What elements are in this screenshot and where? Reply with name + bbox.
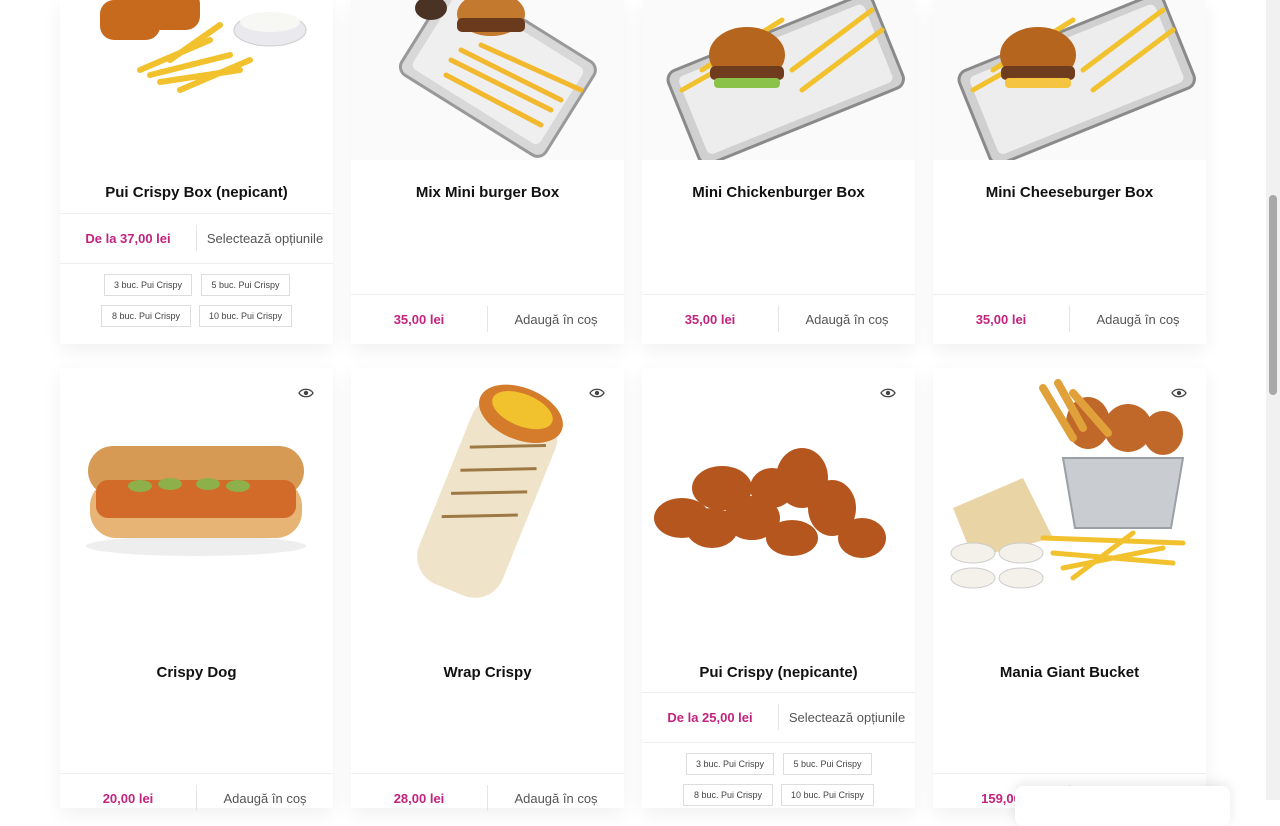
product-card: Mini Cheeseburger Box 35,00 lei Adaugă î… [933, 0, 1206, 344]
price-row: 35,00 lei Adaugă în coș [642, 294, 915, 343]
product-price: De la 25,00 lei [667, 709, 753, 725]
product-price: 35,00 lei [393, 311, 445, 327]
divider [60, 263, 333, 264]
quick-view-icon[interactable] [1171, 385, 1187, 401]
variant-chip[interactable]: 3 buc. Pui Crispy [686, 753, 774, 775]
add-to-cart-button[interactable]: Adaugă în coș [488, 791, 624, 806]
variant-chip[interactable]: 8 buc. Pui Crispy [683, 784, 773, 806]
floating-panel [1015, 786, 1230, 826]
product-card: Mini Chickenburger Box 35,00 lei Adaugă … [642, 0, 915, 344]
product-image[interactable] [60, 0, 333, 160]
quick-view-icon[interactable] [880, 385, 896, 401]
variant-chip[interactable]: 5 buc. Pui Crispy [783, 753, 872, 775]
product-title[interactable]: Wrap Crispy [351, 664, 624, 681]
quick-view-icon[interactable] [589, 385, 605, 401]
product-title[interactable]: Mix Mini burger Box [351, 184, 624, 201]
product-card: Mix Mini burger Box 35,00 lei Adaugă în … [351, 0, 624, 344]
product-card: Pui Crispy (nepicante) De la 25,00 lei S… [642, 368, 915, 808]
product-price: 28,00 lei [393, 790, 445, 806]
product-price: 35,00 lei [684, 311, 736, 327]
divider [642, 742, 915, 743]
product-card: Crispy Dog 20,00 lei Adaugă în coș [60, 368, 333, 811]
product-price: 35,00 lei [975, 311, 1027, 327]
product-card: Mania Giant Bucket 159,00 [933, 368, 1206, 811]
price-row: 20,00 lei Adaugă în coș [60, 773, 333, 822]
product-card: Pui Crispy Box (nepicant) De la 37,00 le… [60, 0, 333, 344]
product-price: 20,00 lei [102, 790, 154, 806]
product-title[interactable]: Mini Cheeseburger Box [933, 184, 1206, 201]
variant-chip[interactable]: 10 buc. Pui Crispy [199, 305, 292, 327]
variant-chip[interactable]: 5 buc. Pui Crispy [201, 274, 290, 296]
select-options-button[interactable]: Selectează opțiunile [197, 231, 333, 246]
price-row: 35,00 lei Adaugă în coș [933, 294, 1206, 343]
price-row: 28,00 lei Adaugă în coș [351, 773, 624, 822]
product-card: Wrap Crispy 28,00 lei Adaugă în coș [351, 368, 624, 811]
product-image[interactable] [60, 368, 333, 638]
product-image[interactable] [642, 0, 915, 160]
variant-chip[interactable]: 8 buc. Pui Crispy [101, 305, 191, 327]
add-to-cart-button[interactable]: Adaugă în coș [488, 312, 624, 327]
add-to-cart-button[interactable]: Adaugă în coș [1070, 312, 1206, 327]
product-title[interactable]: Mini Chickenburger Box [642, 184, 915, 201]
variant-chip[interactable]: 3 buc. Pui Crispy [104, 274, 192, 296]
price-row: 35,00 lei Adaugă în coș [351, 294, 624, 343]
price-row: De la 25,00 lei Selectează opțiunile [642, 692, 915, 741]
select-options-button[interactable]: Selectează opțiunile [779, 710, 915, 725]
product-image[interactable] [933, 368, 1206, 638]
product-image[interactable] [933, 0, 1206, 160]
quick-view-icon[interactable] [298, 385, 314, 401]
add-to-cart-button[interactable]: Adaugă în coș [197, 791, 333, 806]
product-image[interactable] [642, 368, 915, 638]
product-image[interactable] [351, 0, 624, 160]
product-price: De la 37,00 lei [85, 230, 171, 246]
product-title[interactable]: Pui Crispy Box (nepicant) [60, 184, 333, 201]
add-to-cart-button[interactable]: Adaugă în coș [779, 312, 915, 327]
scrollbar[interactable] [1266, 0, 1280, 800]
product-title[interactable]: Crispy Dog [60, 664, 333, 681]
scrollbar-thumb[interactable] [1269, 195, 1277, 395]
product-title[interactable]: Pui Crispy (nepicante) [642, 664, 915, 681]
price-row: De la 37,00 lei Selectează opțiunile [60, 213, 333, 262]
variant-chip[interactable]: 10 buc. Pui Crispy [781, 784, 874, 806]
product-image[interactable] [351, 368, 624, 638]
product-title[interactable]: Mania Giant Bucket [933, 664, 1206, 681]
